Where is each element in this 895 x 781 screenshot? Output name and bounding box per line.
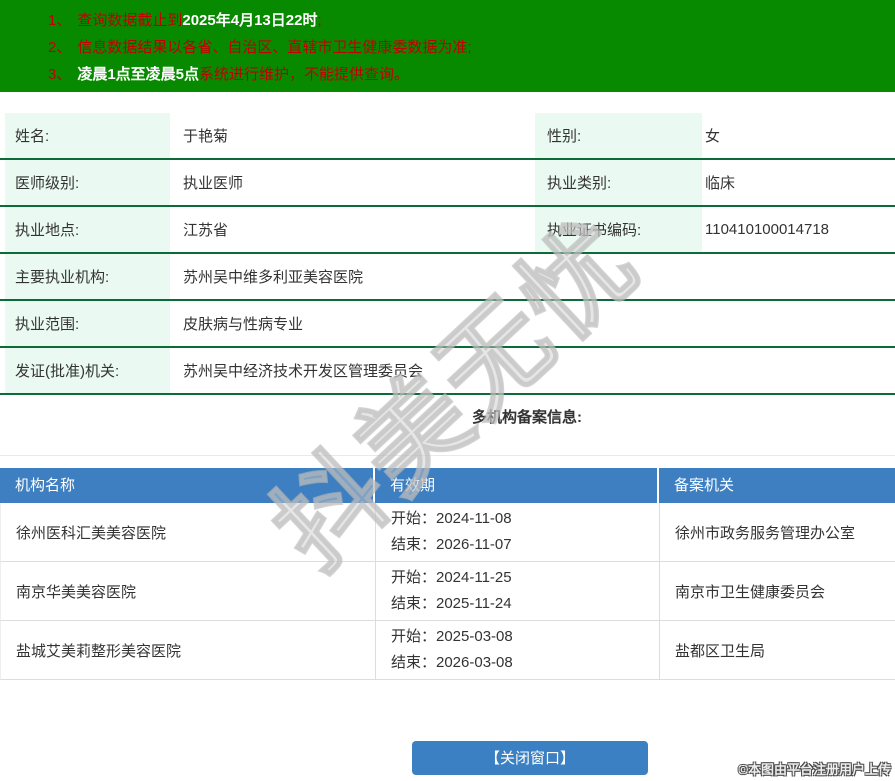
notice-number: 1、 <box>48 12 72 29</box>
profile-row-practice-scope: 执业范围: 皮肤病与性病专业 <box>0 301 895 348</box>
validity-start: 开始：2024-11-08 <box>391 510 512 527</box>
cell-institution-name: 盐城艾美莉整形美容医院 <box>1 621 376 679</box>
cell-validity-period: 开始：2024-11-08 结束：2026-11-07 <box>376 503 660 561</box>
column-header-validity-period: 有效期 <box>375 468 659 503</box>
validity-end: 结束：2026-11-07 <box>391 536 512 553</box>
profile-row-name-gender: 姓名: 于艳菊 性别: 女 <box>0 113 895 160</box>
cell-institution-name: 南京华美美容医院 <box>1 562 376 620</box>
cell-validity-period: 开始：2025-03-08 结束：2026-03-08 <box>376 621 660 679</box>
field-label-practice-location: 执业地点: <box>5 207 170 252</box>
cell-institution-name: 徐州医科汇美美容医院 <box>1 503 376 561</box>
field-value-main-institution: 苏州吴中维多利亚美容医院 <box>183 269 364 286</box>
profile-row-location-license: 执业地点: 江苏省 执业证书编码: 110410100014718 <box>0 207 895 254</box>
notice-banner: 1、 查询数据截止到2025年4月13日22时; 2、 信息数据结果以各省、自治区、… <box>0 0 895 92</box>
field-label-name: 姓名: <box>5 113 170 158</box>
validity-end: 结束：2026-03-08 <box>391 654 513 671</box>
section-divider <box>0 455 895 456</box>
practitioner-profile-table: 姓名: 于艳菊 性别: 女 医师级别: 执业医师 执业类别: 临床 执业地点: … <box>0 113 895 395</box>
notice-line-1: 1、 查询数据截止到2025年4月13日22时; <box>48 7 895 34</box>
notice-text: 查询数据截止到 <box>77 12 183 29</box>
field-value-issuing-authority: 苏州吴中经济技术开发区管理委员会 <box>183 363 424 380</box>
table-row: 南京华美美容医院 开始：2024-11-25 结束：2025-11-24 南京市… <box>0 562 895 621</box>
multi-institution-section-heading: 多机构备案信息: <box>472 409 582 426</box>
notice-text-post: ; <box>317 12 322 29</box>
filing-table-header: 机构名称 有效期 备案机关 <box>0 468 895 503</box>
profile-row-level-category: 医师级别: 执业医师 执业类别: 临床 <box>0 160 895 207</box>
table-row: 徐州医科汇美美容医院 开始：2024-11-08 结束：2026-11-07 徐… <box>0 503 895 562</box>
notice-line-3: 3、 凌晨1点至凌晨5点系统进行维护，不能提供查询。 <box>48 61 895 88</box>
field-label-practice-category: 执业类别: <box>535 160 702 205</box>
field-label-license-number: 执业证书编码: <box>535 207 702 252</box>
validity-start: 开始：2024-11-25 <box>391 569 512 586</box>
validity-start: 开始：2025-03-08 <box>391 628 513 645</box>
cell-validity-period: 开始：2024-11-25 结束：2025-11-24 <box>376 562 660 620</box>
column-header-institution-name: 机构名称 <box>0 468 375 503</box>
notice-text-post: 系统进行维护，不能提供查询。 <box>199 66 410 83</box>
notice-text: 信息数据结果以各省、自治区、直辖市卫生健康委数据为准; <box>77 39 472 56</box>
field-label-doctor-level: 医师级别: <box>5 160 170 205</box>
field-label-issuing-authority: 发证(批准)机关: <box>5 348 170 393</box>
close-window-button[interactable]: 【关闭窗口】 <box>412 741 648 775</box>
cell-filing-authority: 徐州市政务服务管理办公室 <box>675 524 856 542</box>
field-value-practice-scope: 皮肤病与性病专业 <box>183 316 304 333</box>
field-label-practice-scope: 执业范围: <box>5 301 170 346</box>
notice-number: 3、 <box>48 66 72 83</box>
table-row: 盐城艾美莉整形美容医院 开始：2025-03-08 结束：2026-03-08 … <box>0 621 895 680</box>
profile-row-issuing-authority: 发证(批准)机关: 苏州吴中经济技术开发区管理委员会 <box>0 348 895 395</box>
field-label-main-institution: 主要执业机构: <box>5 254 170 299</box>
practitioner-query-result-page: 1、 查询数据截止到2025年4月13日22时; 2、 信息数据结果以各省、自治区、… <box>0 0 895 781</box>
field-value-practice-category: 临床 <box>705 175 736 192</box>
field-value-license-number: 110410100014718 <box>705 221 830 238</box>
notice-number: 2、 <box>48 39 72 56</box>
profile-row-main-institution: 主要执业机构: 苏州吴中维多利亚美容医院 <box>0 254 895 301</box>
field-label-gender: 性别: <box>535 113 702 158</box>
field-value-gender: 女 <box>705 128 721 145</box>
validity-end: 结束：2025-11-24 <box>391 595 512 612</box>
cell-filing-authority: 南京市卫生健康委员会 <box>675 583 826 601</box>
cell-filing-authority: 盐都区卫生局 <box>675 642 766 660</box>
notice-highlight: 凌晨1点至凌晨5点 <box>77 66 200 83</box>
notice-line-2: 2、 信息数据结果以各省、自治区、直辖市卫生健康委数据为准; <box>48 34 895 61</box>
filing-table: 机构名称 有效期 备案机关 徐州医科汇美美容医院 开始：2024-11-08 结… <box>0 468 895 680</box>
notice-highlight: 2025年4月13日22时 <box>182 12 318 29</box>
upload-attribution-watermark: ©本图由平台注册用户上传 <box>738 762 891 777</box>
column-header-filing-authority: 备案机关 <box>674 477 735 494</box>
